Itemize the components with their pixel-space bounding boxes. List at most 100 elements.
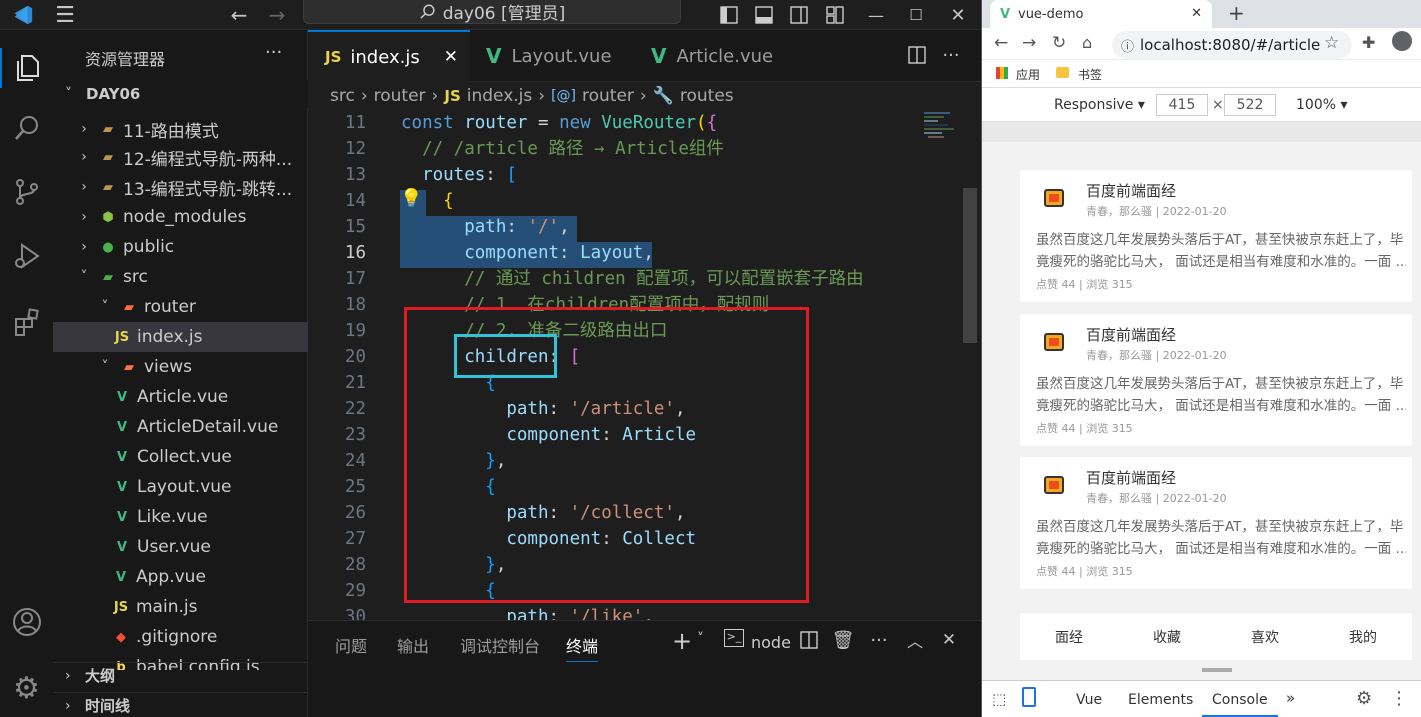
tree-item-node-modules[interactable]: › ⬢ node_modules xyxy=(53,202,308,232)
editor-scrollbar[interactable] xyxy=(963,188,977,343)
panel-tab-debug-console[interactable]: 调试控制台 xyxy=(460,633,540,657)
devtools-tab-vue[interactable]: Vue xyxy=(1076,692,1102,708)
url-field[interactable]: ⓘ localhost:8080/#/article xyxy=(1112,31,1352,59)
devtools-menu-icon[interactable]: ⋮ xyxy=(1390,688,1408,709)
resize-handle[interactable] xyxy=(1202,668,1232,672)
close-panel-icon[interactable]: ✕ xyxy=(938,629,960,651)
info-icon[interactable]: ⓘ xyxy=(1121,36,1134,55)
settings-gear-icon[interactable]: ⚙ xyxy=(0,668,53,708)
account-icon[interactable] xyxy=(0,602,53,642)
width-input[interactable]: 415 xyxy=(1156,94,1208,116)
command-center[interactable]: day06 [管理员] xyxy=(303,0,681,24)
tree-item-12[interactable]: › ▰ 12-编程式导航-两种... xyxy=(53,142,308,172)
tree-item-app-vue[interactable]: V App.vue xyxy=(53,562,308,592)
panel-tab-terminal[interactable]: 终端 xyxy=(566,633,599,662)
inspect-element-icon[interactable]: ⬚ xyxy=(992,690,1006,708)
new-tab-icon[interactable]: + xyxy=(1228,1,1245,25)
close-tab-icon[interactable]: ✕ xyxy=(1191,6,1202,21)
close-icon[interactable]: ✕ xyxy=(945,2,971,28)
tree-item-articledetail-vue[interactable]: V ArticleDetail.vue xyxy=(53,412,308,442)
tab-index-js[interactable]: JS index.js ✕ xyxy=(308,30,470,82)
nav-item-mianjing[interactable]: 面经 xyxy=(1055,627,1083,647)
device-select[interactable]: Responsive ▾ xyxy=(1054,97,1145,113)
forward-arrow-icon[interactable]: → xyxy=(1022,33,1036,53)
toggle-secondary-sidebar-icon[interactable] xyxy=(786,2,812,28)
profile-avatar[interactable] xyxy=(1392,31,1412,51)
minimap[interactable] xyxy=(920,110,964,190)
tree-item-views[interactable]: ˅ ▰ views xyxy=(53,352,308,382)
minimize-icon[interactable]: — xyxy=(863,2,889,28)
breadcrumb-symbol-router[interactable]: router xyxy=(582,86,634,106)
bookmark-apps[interactable]: 应用 xyxy=(1016,66,1040,83)
tree-item-public[interactable]: › ● public xyxy=(53,232,308,262)
nav-item-like[interactable]: 喜欢 xyxy=(1251,627,1279,647)
devtools-tab-console[interactable]: Console xyxy=(1202,692,1278,717)
toggle-sidebar-icon[interactable] xyxy=(716,2,742,28)
device-toggle-icon[interactable] xyxy=(1022,687,1036,707)
close-tab-icon[interactable]: ✕ xyxy=(444,47,458,67)
tree-item-collect-vue[interactable]: V Collect.vue xyxy=(53,442,308,472)
outline-section[interactable]: › 大纲 xyxy=(53,662,308,688)
tree-item-index-js[interactable]: JS index.js xyxy=(53,322,308,352)
tree-item-src[interactable]: ˅ ▰ src xyxy=(53,262,308,292)
settings-gear-icon[interactable]: ⚙ xyxy=(1356,688,1372,709)
tab-article-vue[interactable]: V Article.vue xyxy=(635,30,800,82)
panel-tab-problems[interactable]: 问题 xyxy=(335,633,367,657)
maximize-panel-icon[interactable]: ︿ xyxy=(904,629,926,651)
tree-item-gitignore[interactable]: ◆ .gitignore xyxy=(53,622,308,652)
zoom-select[interactable]: 100% ▾ xyxy=(1296,97,1348,113)
run-debug-icon[interactable] xyxy=(0,236,53,276)
more-tabs-icon[interactable]: » xyxy=(1286,689,1295,707)
tree-item-11[interactable]: › ▰ 11-路由模式 xyxy=(53,114,308,144)
search-icon[interactable] xyxy=(0,108,53,148)
panel-more-icon[interactable]: ··· xyxy=(868,629,890,651)
article-card[interactable]: 百度前端面经 青春，那么骚 | 2022-01-20 虽然百度这几年发展势头落后于A… xyxy=(1020,314,1412,446)
split-editor-icon[interactable] xyxy=(904,42,930,68)
timeline-section[interactable]: › 时间线 xyxy=(53,692,308,717)
back-arrow-icon[interactable]: ← xyxy=(226,2,252,28)
browser-tab[interactable]: V vue-demo ✕ xyxy=(990,0,1212,28)
back-arrow-icon[interactable]: ← xyxy=(994,33,1008,53)
article-card[interactable]: 百度前端面经 青春，那么骚 | 2022-01-20 虽然百度这几年发展势头落后于A… xyxy=(1020,170,1412,302)
extensions-puzzle-icon[interactable]: ✚ xyxy=(1362,33,1375,52)
tree-item-like-vue[interactable]: V Like.vue xyxy=(53,502,308,532)
home-icon[interactable]: ⌂ xyxy=(1082,33,1092,52)
panel-tab-output[interactable]: 输出 xyxy=(397,633,429,657)
trash-icon[interactable]: 🗑 xyxy=(832,629,855,651)
reload-icon[interactable]: ↻ xyxy=(1052,33,1066,53)
tree-item-main-js[interactable]: JS main.js xyxy=(53,592,308,622)
tree-item-article-vue[interactable]: V Article.vue xyxy=(53,382,308,412)
split-terminal-icon[interactable] xyxy=(798,629,820,651)
bookmark-star-icon[interactable]: ☆ xyxy=(1324,33,1339,53)
extensions-icon[interactable] xyxy=(0,302,53,342)
menu-icon[interactable]: ☰ xyxy=(52,2,78,28)
toggle-panel-icon[interactable] xyxy=(751,2,777,28)
tree-item-user-vue[interactable]: V User.vue xyxy=(53,532,308,562)
breadcrumb-src[interactable]: src xyxy=(330,86,355,106)
nav-item-collect[interactable]: 收藏 xyxy=(1153,627,1181,647)
project-header[interactable]: ˅ DAY06 xyxy=(53,80,308,108)
source-control-icon[interactable] xyxy=(0,172,53,212)
article-card[interactable]: 百度前端面经 青春，那么骚 | 2022-01-20 虽然百度这几年发展势头落后于A… xyxy=(1020,457,1412,589)
tree-item-13[interactable]: › ▰ 13-编程式导航-跳转... xyxy=(53,172,308,202)
chevron-down-icon[interactable]: ˅ xyxy=(697,631,704,647)
lightbulb-icon[interactable]: 💡 xyxy=(400,188,422,209)
devtools-tab-elements[interactable]: Elements xyxy=(1128,692,1193,708)
breadcrumb-router[interactable]: router xyxy=(374,86,426,106)
breadcrumb-file[interactable]: index.js xyxy=(467,86,533,106)
terminal-name[interactable]: node xyxy=(751,633,791,652)
height-input[interactable]: 522 xyxy=(1224,94,1276,116)
explorer-icon[interactable] xyxy=(0,48,53,88)
nav-item-mine[interactable]: 我的 xyxy=(1349,627,1377,647)
breadcrumb-symbol-routes[interactable]: routes xyxy=(680,86,734,106)
tree-item-layout-vue[interactable]: V Layout.vue xyxy=(53,472,308,502)
maximize-icon[interactable]: ☐ xyxy=(903,2,929,28)
editor-more-icon[interactable]: ··· xyxy=(938,42,964,68)
add-terminal-icon[interactable]: + xyxy=(672,627,692,655)
code-editor[interactable]: 11 12 13 14 15 16 17 18 19 20 21 22 23 24 25 26 27 28 29 30… xyxy=(308,110,981,620)
tree-item-router[interactable]: ˅ ▰ router xyxy=(53,292,308,322)
bookmark-folder[interactable]: 书签 xyxy=(1078,66,1102,83)
customize-layout-icon[interactable] xyxy=(822,2,848,28)
forward-arrow-icon[interactable]: → xyxy=(264,2,290,28)
tab-layout-vue[interactable]: V Layout.vue xyxy=(470,30,635,82)
